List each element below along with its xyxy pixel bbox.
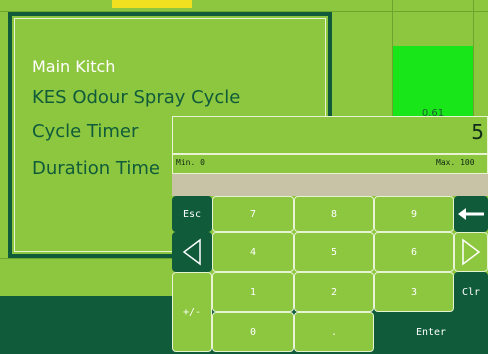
key-2[interactable]: 2: [294, 272, 374, 312]
key-6[interactable]: 6: [374, 232, 454, 272]
decimal-point-key[interactable]: .: [294, 312, 374, 352]
enter-button[interactable]: Enter: [374, 312, 488, 352]
keypad-min-label: Min. 0: [176, 158, 205, 167]
key-9[interactable]: 9: [374, 196, 454, 232]
cycle-name: KES Odour Spray Cycle: [32, 87, 241, 108]
keypad-max-label: Max. 100: [436, 158, 475, 167]
key-3[interactable]: 3: [374, 272, 454, 312]
highlight-strip: [112, 0, 192, 8]
backspace-arrow-icon: [458, 208, 484, 220]
backspace-button[interactable]: [454, 196, 488, 232]
key-7[interactable]: 7: [212, 196, 294, 232]
cycle-timer-label[interactable]: Cycle Timer: [32, 121, 138, 142]
key-1[interactable]: 1: [212, 272, 294, 312]
key-5[interactable]: 5: [294, 232, 374, 272]
key-0[interactable]: 0: [212, 312, 294, 352]
zone-label: Main Kitch: [32, 57, 116, 76]
keypad-display: [172, 116, 488, 154]
left-triangle-icon: [182, 238, 202, 266]
esc-button[interactable]: Esc: [172, 196, 212, 232]
plus-minus-button[interactable]: +/-: [172, 272, 212, 352]
cursor-right-button[interactable]: [454, 232, 488, 272]
keypad-display-value: 5: [471, 120, 484, 144]
key-4[interactable]: 4: [212, 232, 294, 272]
right-triangle-icon: [461, 238, 481, 266]
key-8[interactable]: 8: [294, 196, 374, 232]
cursor-left-button[interactable]: [172, 232, 212, 272]
duration-time-label[interactable]: Duration Time: [32, 158, 160, 179]
keypad-spacer: [172, 174, 488, 196]
clear-button[interactable]: Clr: [454, 272, 488, 312]
